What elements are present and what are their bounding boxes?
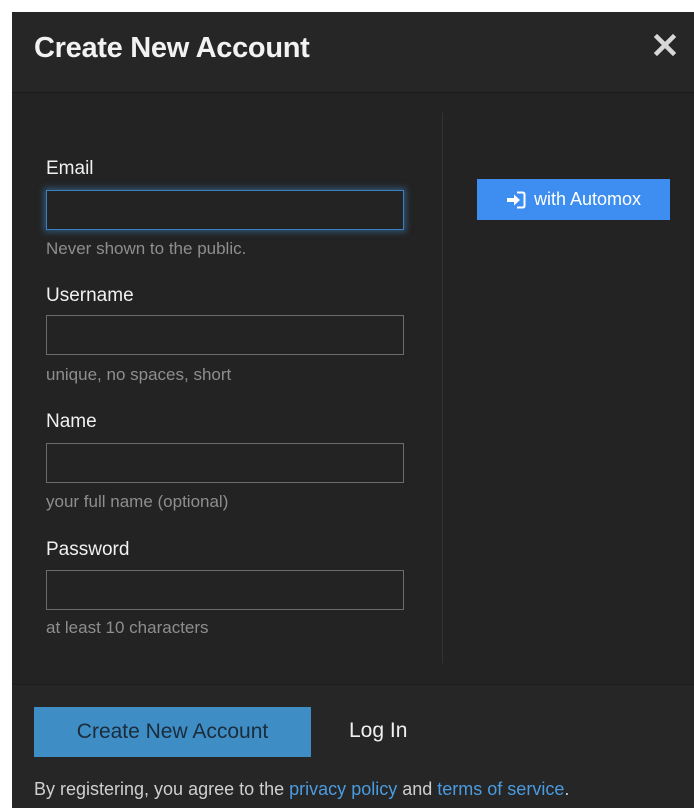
email-hint: Never shown to the public. — [46, 239, 247, 258]
close-button[interactable] — [650, 30, 680, 60]
terms-prefix: By registering, you agree to the — [34, 779, 285, 799]
password-field[interactable] — [46, 570, 404, 610]
modal-title: Create New Account — [34, 32, 310, 64]
create-account-button[interactable]: Create New Account — [34, 707, 311, 757]
automox-login-button[interactable]: with Automox — [477, 179, 670, 220]
username-field[interactable] — [46, 315, 404, 355]
create-account-modal: Create New Account Email Never shown to … — [12, 12, 694, 808]
column-divider — [442, 113, 443, 663]
modal-body: Email Never shown to the public. Usernam… — [12, 93, 694, 683]
close-icon — [653, 33, 677, 57]
terms-notice: By registering, you agree to the privacy… — [34, 779, 569, 800]
username-hint: unique, no spaces, short — [46, 365, 232, 384]
username-label: Username — [46, 285, 134, 306]
automox-login-label: with Automox — [533, 189, 642, 209]
terms-and: and — [402, 779, 433, 799]
password-label: Password — [46, 539, 130, 560]
email-label: Email — [46, 158, 94, 179]
email-field[interactable] — [46, 190, 404, 230]
terms-suffix: . — [564, 779, 570, 799]
log-in-link[interactable]: Log In — [349, 719, 407, 743]
sign-in-icon — [506, 191, 526, 208]
name-hint: your full name (optional) — [46, 492, 229, 511]
modal-header: Create New Account — [12, 12, 694, 93]
name-label: Name — [46, 411, 97, 432]
password-hint: at least 10 characters — [46, 618, 209, 637]
privacy-policy-link[interactable]: privacy policy — [289, 779, 397, 799]
modal-footer: Create New Account Log In By registering… — [12, 684, 694, 808]
terms-of-service-link[interactable]: terms of service — [437, 779, 564, 799]
name-field[interactable] — [46, 443, 404, 483]
